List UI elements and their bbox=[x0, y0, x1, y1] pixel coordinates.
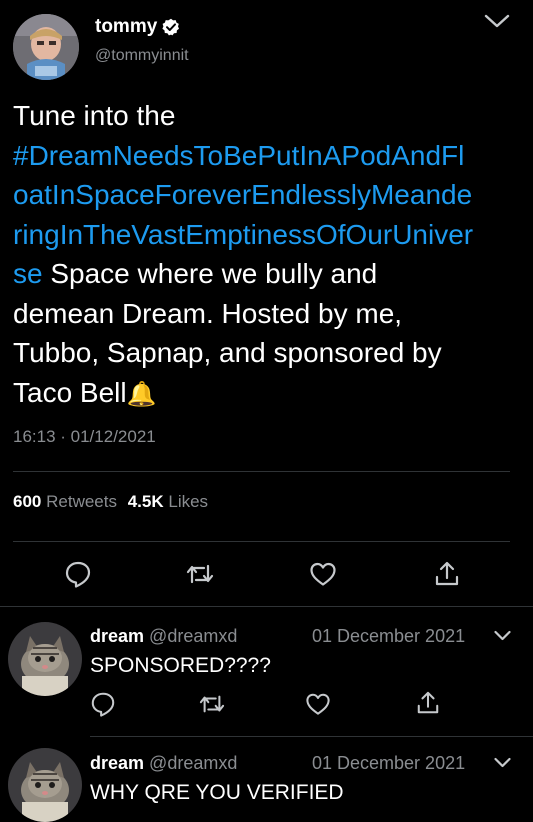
hashtag-line[interactable]: ringInTheVastEmptinessOfOurUniver bbox=[13, 215, 528, 255]
reply-author-name[interactable]: dream bbox=[90, 626, 144, 646]
divider bbox=[90, 736, 533, 737]
hashtag-line[interactable]: oatInSpaceForeverEndlesslyMeande bbox=[13, 175, 528, 215]
tweet-text-span: Space where we bully and bbox=[42, 258, 378, 289]
likes-stat[interactable]: 4.5K Likes bbox=[128, 492, 208, 511]
retweets-count: 600 bbox=[13, 492, 42, 511]
likes-label: Likes bbox=[168, 492, 209, 511]
tweet-text-span: Taco Bell bbox=[13, 376, 127, 408]
tweet-text-line: Taco Bell🔔 bbox=[13, 373, 528, 415]
reply-header: dream @dreamxd bbox=[90, 625, 237, 647]
divider bbox=[0, 606, 533, 607]
divider bbox=[13, 541, 510, 542]
chevron-down-icon[interactable] bbox=[484, 12, 510, 30]
heart-icon[interactable] bbox=[305, 692, 331, 716]
reply-avatar[interactable] bbox=[8, 622, 82, 696]
verified-badge-icon bbox=[162, 18, 180, 36]
author-handle[interactable]: @tommyinnit bbox=[95, 46, 189, 66]
chevron-down-icon[interactable] bbox=[494, 630, 511, 642]
tweet-text-line: Tune into the bbox=[13, 100, 176, 131]
reply-author-handle[interactable]: @dreamxd bbox=[149, 753, 237, 773]
tweet-text-line: Tubbo, Sapnap, and sponsored by bbox=[13, 337, 442, 368]
author-avatar[interactable] bbox=[13, 14, 79, 80]
reply-icon[interactable] bbox=[64, 560, 92, 588]
reply-author-handle[interactable]: @dreamxd bbox=[149, 626, 237, 646]
reply-author-name[interactable]: dream bbox=[90, 753, 144, 773]
reply-header: dream @dreamxd bbox=[90, 752, 237, 774]
reply-text: WHY QRE YOU VERIFIED bbox=[90, 781, 344, 804]
retweets-label: Retweets bbox=[46, 492, 117, 511]
divider bbox=[13, 471, 510, 472]
reply-date[interactable]: 01 December 2021 bbox=[312, 752, 465, 774]
reply-icon[interactable] bbox=[90, 691, 116, 717]
tweet-stats: 600 Retweets 4.5K Likes bbox=[13, 491, 208, 513]
reply-text: SPONSORED???? bbox=[90, 654, 271, 677]
reply-date[interactable]: 01 December 2021 bbox=[312, 625, 465, 647]
retweet-icon[interactable] bbox=[199, 692, 225, 716]
heart-icon[interactable] bbox=[309, 561, 337, 587]
bell-emoji: 🔔 bbox=[126, 380, 157, 408]
hashtag-line[interactable]: #DreamNeedsToBePutInAPodAndFl bbox=[13, 136, 528, 176]
retweet-icon[interactable] bbox=[186, 561, 214, 587]
tweet-timestamp[interactable]: 16:13 · 01/12/2021 bbox=[13, 426, 156, 448]
hashtag-tail[interactable]: se bbox=[13, 258, 43, 289]
tweet-text: Tune into the #DreamNeedsToBePutInAPodAn… bbox=[13, 96, 528, 414]
share-icon[interactable] bbox=[416, 690, 440, 716]
chevron-down-icon[interactable] bbox=[494, 757, 511, 769]
share-icon[interactable] bbox=[434, 560, 460, 588]
retweets-stat[interactable]: 600 Retweets bbox=[13, 492, 117, 511]
reply-avatar[interactable] bbox=[8, 748, 82, 822]
tweet-text-line: demean Dream. Hosted by me, bbox=[13, 297, 403, 329]
author-name[interactable]: tommy bbox=[95, 15, 157, 39]
tweet-text-line: se Space where we bully and bbox=[13, 254, 528, 294]
likes-count: 4.5K bbox=[127, 492, 164, 511]
